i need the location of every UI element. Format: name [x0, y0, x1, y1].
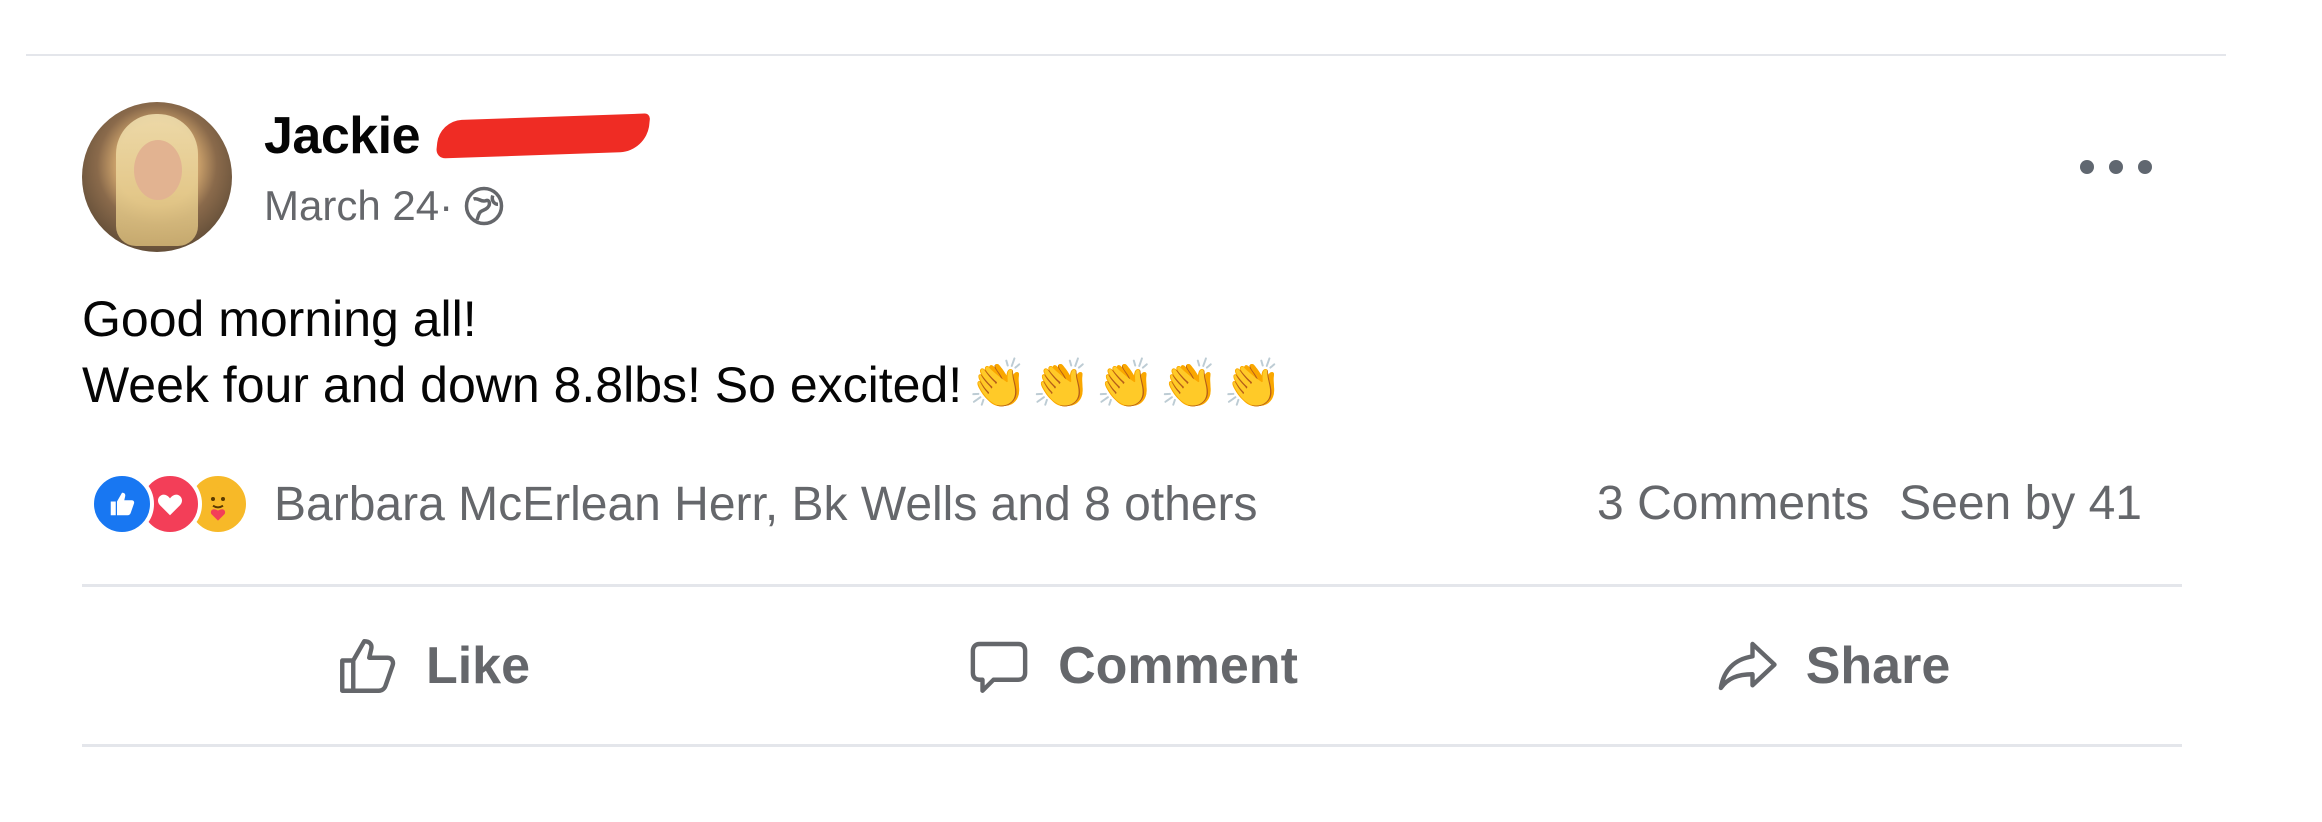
comment-button[interactable]: Comment: [782, 616, 1482, 716]
comment-bubble-icon: [970, 641, 1028, 693]
heart-icon: [157, 494, 183, 516]
post-line-2: Week four and down 8.8lbs! So excited!: [82, 357, 963, 413]
divider: [82, 584, 2182, 587]
more-dot: [2138, 160, 2152, 174]
author-name[interactable]: Jackie: [264, 106, 421, 166]
thumbs-up-icon: [340, 639, 396, 693]
clapping-hands-icon: 👏👏👏👏👏: [968, 358, 1287, 411]
meta-separator: ·: [439, 182, 454, 229]
post-text: Good morning all! Week four and down 8.8…: [82, 286, 1287, 418]
divider: [82, 744, 2182, 747]
action-bar: Like Comment Share: [82, 616, 2182, 716]
like-button[interactable]: Like: [82, 616, 782, 716]
post-stats: 3 Comments Seen by 41: [1597, 476, 2142, 531]
post-meta: March 24 ·: [264, 182, 505, 230]
reaction-names[interactable]: Barbara McErlean Herr, Bk Wells and 8 ot…: [274, 477, 1258, 532]
more-options-button[interactable]: [2080, 152, 2152, 182]
more-dot: [2109, 160, 2123, 174]
post-line-1: Good morning all!: [82, 291, 477, 347]
seen-by-count[interactable]: Seen by 41: [1899, 476, 2142, 531]
post-line-2-row: Week four and down 8.8lbs! So excited! 👏…: [82, 352, 1287, 418]
more-dot: [2080, 160, 2094, 174]
redaction-mark: [435, 113, 651, 159]
thumbs-up-icon: [110, 492, 135, 516]
comment-label: Comment: [1058, 637, 1298, 695]
share-arrow-icon: [1718, 641, 1777, 691]
like-reaction-icon: [90, 472, 154, 536]
avatar[interactable]: [82, 102, 232, 252]
reactions-summary[interactable]: Barbara McErlean Herr, Bk Wells and 8 ot…: [90, 472, 1258, 536]
comments-count[interactable]: 3 Comments: [1597, 476, 1869, 531]
hug-face-icon: [203, 487, 233, 521]
post-date[interactable]: March 24: [264, 182, 439, 230]
like-label: Like: [425, 637, 531, 695]
share-label: Share: [1805, 637, 1951, 695]
post-card: Jackie March 24 · Good morning all! Week…: [26, 54, 2226, 816]
share-button[interactable]: Share: [1482, 616, 2182, 716]
avatar-face: [134, 140, 182, 200]
author-row: Jackie: [264, 106, 651, 166]
globe-icon: [464, 186, 504, 226]
